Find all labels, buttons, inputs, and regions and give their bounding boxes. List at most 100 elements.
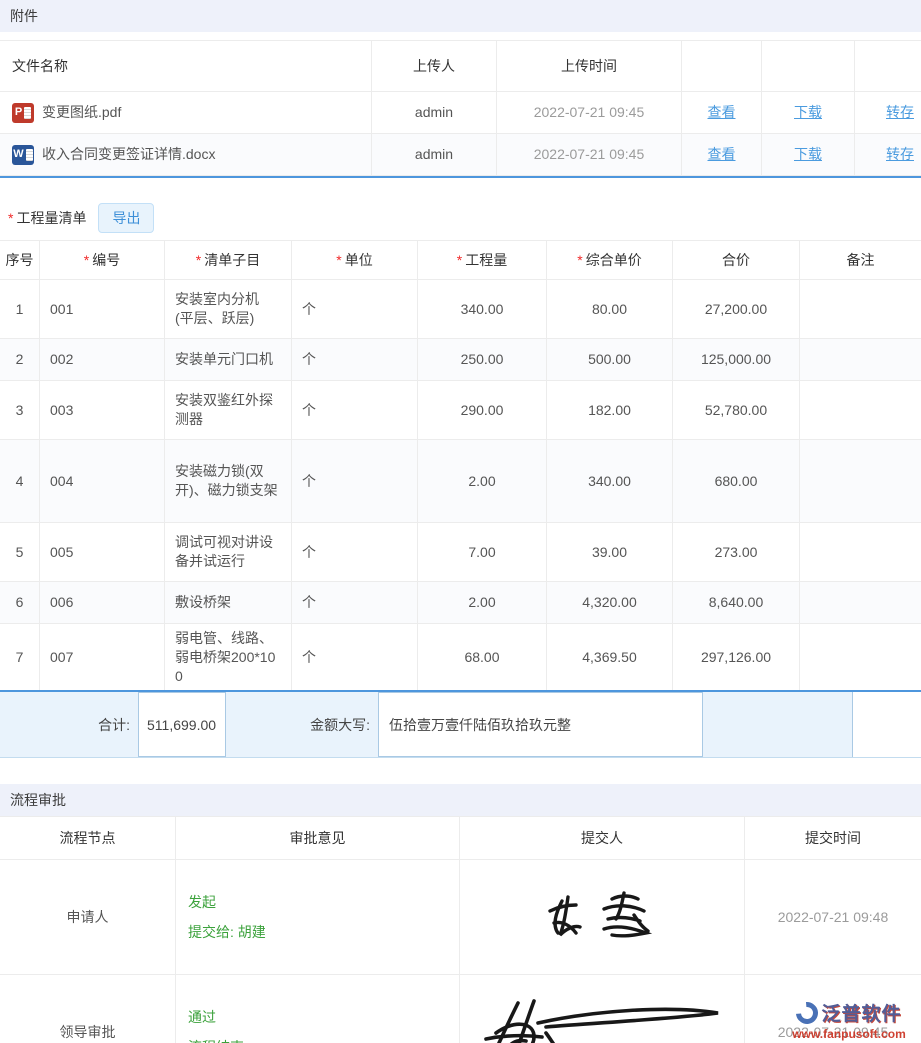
total: 8,640.00 [673,582,800,623]
remark [800,624,921,690]
code: 007 [40,624,165,690]
qty: 68.00 [418,624,547,690]
unit-price: 182.00 [547,381,673,439]
boq-header-row: 序号 *编号 *清单子目 *单位 *工程量 *综合单价 合价 备注 [0,240,921,280]
download-link[interactable]: 下载 [794,145,822,164]
export-button[interactable]: 导出 [98,203,154,233]
table-row: P 变更图纸.pdf admin 2022-07-21 09:45 查看 下载 … [0,92,921,134]
submitter-signature [460,860,745,974]
transfer-link[interactable]: 转存 [886,103,914,122]
table-row: 5 005 调试可视对讲设备并试运行 个 7.00 39.00 273.00 [0,523,921,582]
seq: 5 [0,523,40,581]
qty: 290.00 [418,381,547,439]
seq: 3 [0,381,40,439]
file-name-cell: P 变更图纸.pdf [0,92,372,133]
col-seq: 序号 [0,241,40,279]
item: 安装室内分机 (平层、跃层) [165,280,292,338]
total: 52,780.00 [673,381,800,439]
upload-time: 2022-07-21 09:45 [497,92,682,133]
approval-opinion: 通过 流程结束 [176,975,460,1043]
opinion-line: 发起 [188,893,216,912]
attachments-title: 附件 [10,6,38,26]
amount-words-value: 伍拾壹万壹仟陆佰玖拾玖元整 [378,692,703,757]
unit-price: 340.00 [547,440,673,522]
required-asterisk: * [8,210,13,226]
file-name-cell: W 收入合同变更签证详情.docx [0,134,372,175]
submit-time: 2022-07-21 09:48 [745,860,921,974]
file-name: 收入合同变更签证详情.docx [42,145,215,164]
col-unit-price: *综合单价 [547,241,673,279]
qty: 2.00 [418,582,547,623]
col-process-node: 流程节点 [0,817,176,859]
col-uploader: 上传人 [372,41,497,91]
col-code: *编号 [40,241,165,279]
opinion-line: 通过 [188,1008,216,1027]
total: 27,200.00 [673,280,800,338]
total: 125,000.00 [673,339,800,380]
total: 273.00 [673,523,800,581]
word-letter: W [13,145,23,164]
code: 001 [40,280,165,338]
col-qty: *工程量 [418,241,547,279]
word-file-icon: W [12,145,34,165]
download-link[interactable]: 下载 [794,103,822,122]
approval-table: 流程节点 审批意见 提交人 提交时间 申请人 发起 提交给: 胡建 [0,816,921,1043]
remark [800,280,921,338]
remark [800,523,921,581]
totals-empty-cell [703,692,853,757]
file-name: 变更图纸.pdf [42,103,121,122]
boq-table: 序号 *编号 *清单子目 *单位 *工程量 *综合单价 合价 备注 1 001 … [0,240,921,690]
remark [800,582,921,623]
totals-empty-cell [853,692,921,757]
unit: 个 [292,339,418,380]
boq-title: *工程量清单 [8,208,86,228]
amount-words-label: 金额大写: [226,692,378,757]
qty: 2.00 [418,440,547,522]
unit: 个 [292,440,418,522]
table-row: 2 002 安装单元门口机 个 250.00 500.00 125,000.00 [0,339,921,381]
code: 003 [40,381,165,439]
uploader: admin [372,92,497,133]
unit-price: 4,369.50 [547,624,673,690]
seq: 6 [0,582,40,623]
col-unit: *单位 [292,241,418,279]
signature-hujian-image [472,993,732,1043]
approval-section-header: 流程审批 [0,784,921,816]
qty: 340.00 [418,280,547,338]
table-row: W 收入合同变更签证详情.docx admin 2022-07-21 09:45… [0,134,921,176]
code: 006 [40,582,165,623]
remark [800,339,921,380]
seq: 2 [0,339,40,380]
unit: 个 [292,624,418,690]
unit: 个 [292,582,418,623]
process-node: 申请人 [0,860,176,974]
upload-time: 2022-07-21 09:45 [497,134,682,175]
seq: 4 [0,440,40,522]
transfer-link[interactable]: 转存 [886,145,914,164]
total-label: 合计: [0,692,138,757]
table-row: 4 004 安装磁力锁(双开)、磁力锁支架 个 2.00 340.00 680.… [0,440,921,523]
col-approval-opinion: 审批意见 [176,817,460,859]
table-row: 3 003 安装双鉴红外探测器 个 290.00 182.00 52,780.0… [0,381,921,440]
col-file-name: 文件名称 [0,41,372,91]
col-submit-time: 提交时间 [745,817,921,859]
item: 安装磁力锁(双开)、磁力锁支架 [165,440,292,522]
unit: 个 [292,280,418,338]
item: 调试可视对讲设备并试运行 [165,523,292,581]
item: 弱电管、线路、弱电桥架200*100 [165,624,292,690]
table-row: 1 001 安装室内分机 (平层、跃层) 个 340.00 80.00 27,2… [0,280,921,339]
col-remark: 备注 [800,241,921,279]
page-glyph [26,149,33,161]
approval-title: 流程审批 [10,790,66,810]
item: 敷设桥架 [165,582,292,623]
attachments-table: 文件名称 上传人 上传时间 P 变更图纸.pdf admin 2022-07-2… [0,40,921,176]
view-link[interactable]: 查看 [708,145,736,164]
unit: 个 [292,381,418,439]
code: 005 [40,523,165,581]
uploader: admin [372,134,497,175]
opinion-line: 提交给: 胡建 [188,923,266,942]
col-total: 合价 [673,241,800,279]
view-link[interactable]: 查看 [708,103,736,122]
total-value: 511,699.00 [138,692,226,757]
attachments-section-header: 附件 [0,0,921,32]
